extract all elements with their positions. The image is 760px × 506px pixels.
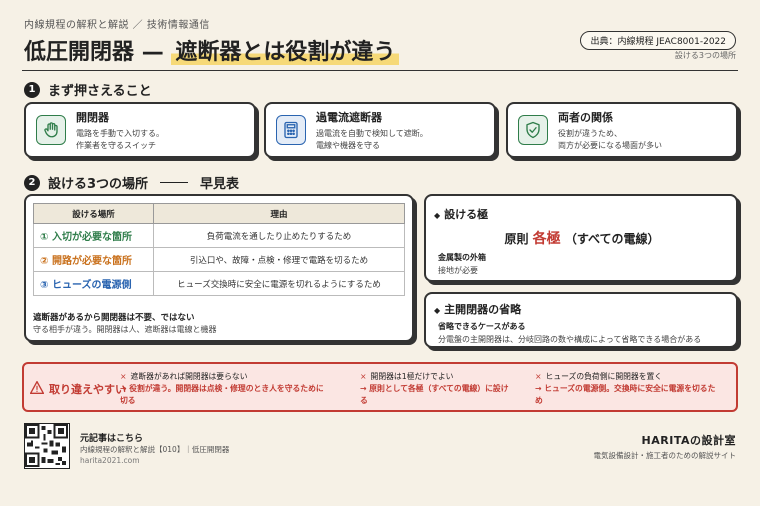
table-cell-reason: 負荷電流を通したり止めたりするため	[153, 223, 405, 248]
cross-icon: ×	[535, 372, 542, 381]
cross-icon: ×	[120, 372, 127, 381]
table-row: ① 入切が必要な箇所 負荷電流を通したり止めたりするため	[33, 223, 405, 248]
warning-item-3: × ヒューズの負荷側に開閉器を置く → ヒューズの電源側。交換時に安全に電源を切る…	[535, 371, 745, 407]
poles-heading: 設ける極	[434, 206, 488, 222]
omission-sub-bold: 省略できるケースがある	[438, 322, 526, 331]
card-switch: 開閉器 電路を手動で入切する。 作業者を守るスイッチ	[24, 102, 256, 158]
table-cell-place: ② 開路が必要な箇所	[33, 247, 154, 272]
card-desc-1: 過電流を自動で検知して遮断。	[316, 128, 428, 138]
card-desc-2: 両方が必要になる場面が多い	[558, 140, 662, 150]
footer-link-desc[interactable]: 内線規程の解釈と解説【010】｜低圧開閉器	[80, 444, 229, 455]
card-desc-1: 電路を手動で入切する。	[76, 128, 164, 138]
section-number: 2	[24, 174, 40, 191]
section-number: 1	[24, 81, 40, 98]
principle-suffix: （すべての電線）	[564, 232, 660, 246]
principle-highlight: 各極	[532, 231, 561, 247]
cross-icon: ×	[360, 372, 367, 381]
brand-tagline: 電気設備設計・施工者のための解説サイト	[593, 451, 737, 460]
warning-wrong: 開閉器は1極だけでよい	[370, 372, 454, 381]
warning-label-text: 取り違えやすい	[49, 383, 126, 396]
infographic-page: 内線規程の解釈と解説 ／ 技術情報通信 低圧開閉器 — 遮断器とは役割が違う 出…	[0, 0, 760, 506]
table-header-place: 設ける場所	[33, 203, 154, 224]
shield-check-icon	[518, 115, 548, 145]
warning-right: → 役割が違う。開閉器は点検・修理のとき人を守るために	[120, 384, 324, 394]
table-cell-reason: ヒューズ交換時に安全に電源を切れるようにするため	[153, 271, 405, 296]
card-desc-2: 作業者を守るスイッチ	[76, 140, 156, 150]
header-divider	[22, 70, 738, 71]
warning-item-1: × 遮断器があれば開閉器は要らない → 役割が違う。開閉器は点検・修理のとき人を守…	[120, 371, 330, 407]
card-title: 過電流遮断器	[316, 110, 382, 124]
table-cell-reason: 引込口や、故障・点検・修理で電路を切るため	[153, 247, 405, 272]
warning-wrong: 遮断器があれば開閉器は要らない	[130, 372, 248, 381]
source-badge: 出典：内線規程 JEAC8001-2022	[580, 31, 736, 50]
calculator-icon	[276, 115, 306, 145]
title-main: 低圧開閉器	[24, 40, 135, 65]
poles-principle: 原則 各極 （すべての電線）	[424, 228, 740, 248]
footer-url[interactable]: harita2021.com	[80, 456, 140, 465]
warning-right-cont: め	[535, 396, 543, 406]
card-breaker: 過電流遮断器 過電流を自動で検知して遮断。 電線や機器を守る	[264, 102, 496, 158]
page-title: 低圧開閉器 — 遮断器とは役割が違う	[24, 34, 400, 66]
warning-wrong: ヒューズの負荷側に開閉器を置く	[545, 372, 663, 381]
header-subnote: 設ける3つの場所	[674, 51, 736, 60]
principle-prefix: 原則	[504, 232, 529, 246]
breadcrumb: 内線規程の解釈と解説 ／ 技術情報通信	[24, 20, 210, 31]
heading-dash	[160, 182, 189, 183]
table-row: ③ ヒューズの電源側 ヒューズ交換時に安全に電源を切れるようにするため	[33, 271, 405, 296]
locations-table: 設ける場所 理由 ① 入切が必要な箇所 負荷電流を通したり止めたりするため ② …	[33, 203, 405, 296]
hand-icon	[36, 115, 66, 145]
card-desc-1: 役割が違うため、	[558, 128, 622, 138]
warning-label: 取り違えやすい	[29, 380, 126, 397]
title-dash: —	[141, 40, 164, 65]
section-title: まず押さえること	[48, 84, 152, 99]
qr-code-icon[interactable]	[24, 423, 70, 469]
footer-link-title: 元記事はこちら	[80, 434, 144, 444]
warning-right: → ヒューズの電源側。交換時に安全に電源を切るた	[535, 384, 716, 394]
card-title: 両者の関係	[558, 110, 613, 124]
warning-icon	[29, 380, 45, 397]
table-header-reason: 理由	[153, 203, 405, 224]
section-title: 設ける3つの場所	[48, 177, 149, 192]
table-note-small: 守る相手が違う。開閉器は人、遮断器は電線と機器	[33, 325, 217, 334]
poles-sub-bold: 金属製の外箱	[438, 253, 486, 262]
poles-sub-small: 接地が必要	[438, 266, 478, 275]
section-1-heading: 1 まず押さえること	[24, 80, 152, 99]
section-2-heading: 2 設ける3つの場所 早見表	[24, 173, 239, 192]
section-title-suffix: 早見表	[200, 177, 240, 192]
card-desc-2: 電線や機器を守る	[316, 140, 380, 150]
brand-name: HARITAの設計室	[641, 434, 736, 447]
card-title: 開閉器	[76, 110, 109, 124]
table-note-bold: 遮断器があるから開閉器は不要、ではない	[33, 313, 195, 323]
omission-sub-small: 分電盤の主開閉器は、分岐回路の数や構成によって省略できる場合がある	[438, 335, 702, 344]
table-row: ② 開路が必要な箇所 引込口や、故障・点検・修理で電路を切るため	[33, 247, 405, 272]
table-cell-place: ③ ヒューズの電源側	[33, 271, 154, 296]
omission-heading: 主開閉器の省略	[434, 301, 521, 317]
title-highlight: 遮断器とは役割が違う	[171, 40, 400, 65]
table-cell-place: ① 入切が必要な箇所	[33, 223, 154, 248]
warning-right-cont: 切る	[120, 396, 136, 406]
card-relationship: 両者の関係 役割が違うため、 両方が必要になる場面が多い	[506, 102, 738, 158]
